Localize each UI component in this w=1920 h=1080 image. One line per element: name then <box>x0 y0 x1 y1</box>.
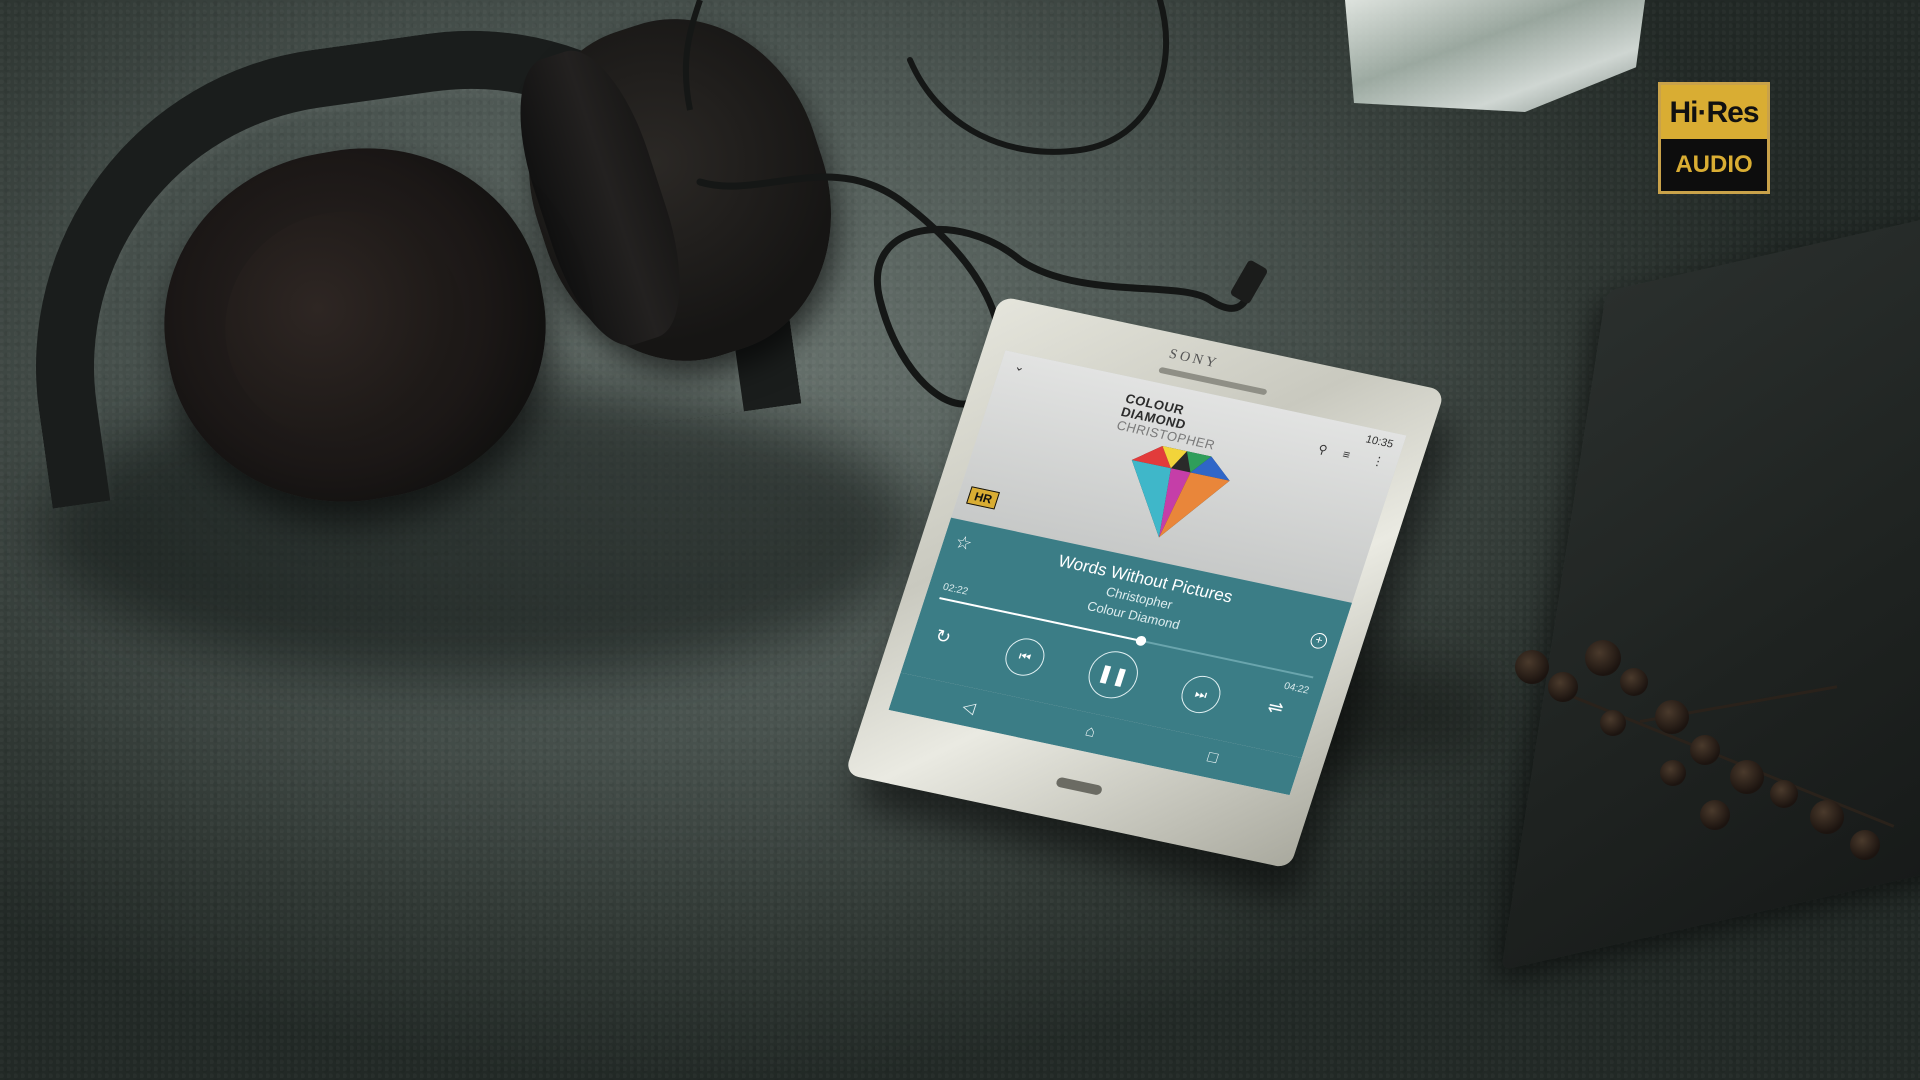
shuffle-icon[interactable]: ⇌ <box>1265 696 1286 719</box>
home-icon[interactable]: ⌂ <box>1083 723 1098 742</box>
pause-icon[interactable]: ❚❚ <box>1082 646 1145 703</box>
previous-icon[interactable]: ⏮ <box>1000 634 1050 680</box>
next-icon[interactable]: ⏭ <box>1176 672 1226 717</box>
status-time: 10:35 <box>1364 433 1395 451</box>
hi-res-logo-bottom: AUDIO <box>1661 139 1767 191</box>
phone-brand: SONY <box>1167 346 1221 372</box>
hi-res-audio-logo: Hi·Res AUDIO <box>1658 82 1770 194</box>
diamond-artwork <box>1131 446 1230 538</box>
chevron-down-icon[interactable]: ⌄ <box>1013 359 1027 374</box>
progress-knob[interactable] <box>1134 635 1148 647</box>
scene: Hi·Res AUDIO SONY ⌄ ⚲ ≡ ⋮ 10:35 COLOUR D… <box>0 0 1920 1080</box>
queue-icon[interactable]: ≡ <box>1341 447 1352 462</box>
hi-res-logo-top: Hi·Res <box>1661 85 1767 140</box>
phone-screen: ⌄ ⚲ ≡ ⋮ 10:35 COLOUR DIAMOND CHRISTOPHER <box>888 350 1407 796</box>
recents-icon[interactable]: □ <box>1205 749 1220 768</box>
duration-time: 04:22 <box>1282 680 1311 697</box>
more-icon[interactable]: ⋮ <box>1370 453 1386 469</box>
back-icon[interactable]: ◁ <box>960 697 978 719</box>
repeat-icon[interactable]: ↻ <box>932 626 954 649</box>
hr-badge: HR <box>966 486 1001 510</box>
search-icon[interactable]: ⚲ <box>1316 442 1329 457</box>
usb-c-port <box>1055 776 1104 796</box>
